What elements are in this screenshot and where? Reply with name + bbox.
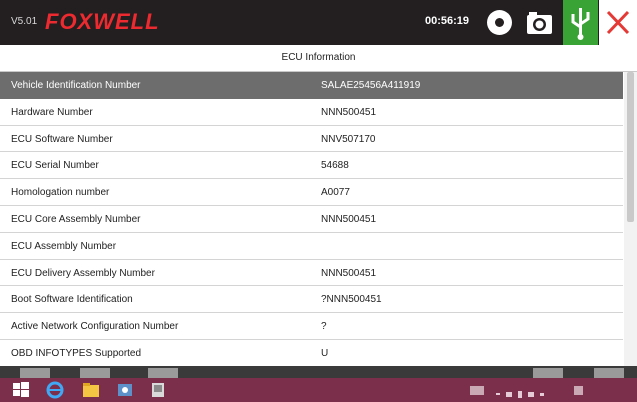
row-value: SALAE25456A411919 xyxy=(321,80,421,91)
table-row[interactable]: Homologation number A0077 xyxy=(0,179,623,206)
table-row[interactable]: Active Network Configuration Number ? xyxy=(0,313,623,340)
clock: 00:56:19 xyxy=(425,15,470,27)
row-label: Active Network Configuration Number xyxy=(11,321,179,333)
row-label: ECU Core Assembly Number xyxy=(11,213,141,225)
row-label: ECU Serial Number xyxy=(11,160,99,172)
row-value: NNN500451 xyxy=(321,213,377,225)
table-scrollbar[interactable] xyxy=(624,72,637,368)
table-row[interactable]: ECU Serial Number 54688 xyxy=(0,152,623,180)
folder-icon[interactable] xyxy=(82,381,100,399)
row-value: U xyxy=(321,347,329,359)
notification-icon[interactable] xyxy=(574,386,583,395)
row-label: ECU Assembly Number xyxy=(11,240,117,252)
row-label: Boot Software Identification xyxy=(11,294,133,306)
top-bar: V5.01 FOXWELL 00:56:19 xyxy=(0,0,637,45)
page-title: ECU Information xyxy=(281,52,356,63)
browser-icon[interactable] xyxy=(46,381,64,399)
row-value: A0077 xyxy=(321,187,350,199)
table-row[interactable]: ECU Core Assembly Number NNN500451 xyxy=(0,205,623,233)
row-value: ? xyxy=(321,321,327,333)
scroll-thumb[interactable] xyxy=(627,72,634,222)
table-row[interactable]: OBD INFOTYPES Supported U xyxy=(0,339,623,367)
row-value: NNN500451 xyxy=(321,267,377,279)
table-row[interactable]: Boot Software Identification ?NNN500451 xyxy=(0,286,623,314)
table-row[interactable]: ECU Software Number NNV507170 xyxy=(0,125,623,153)
device-icon[interactable] xyxy=(149,381,167,399)
table-row[interactable]: Hardware Number NNN500451 xyxy=(0,98,623,126)
camera-icon[interactable] xyxy=(525,8,554,37)
row-label: Homologation number xyxy=(11,187,110,199)
row-value: ?NNN500451 xyxy=(321,294,382,306)
page-title-bar: ECU Information xyxy=(0,45,637,72)
app-icon[interactable] xyxy=(116,381,134,399)
row-label: OBD INFOTYPES Supported xyxy=(11,347,142,359)
keyboard-icon[interactable] xyxy=(470,386,484,395)
table-row[interactable]: ECU Assembly Number xyxy=(0,232,623,260)
row-value: NNV507170 xyxy=(321,133,376,145)
close-icon[interactable] xyxy=(599,0,637,45)
row-label: Hardware Number xyxy=(11,106,93,118)
row-label: Vehicle Identification Number xyxy=(11,80,141,91)
ecu-info-table: Vehicle Identification Number SALAE25456… xyxy=(0,72,623,367)
usb-icon[interactable] xyxy=(563,0,598,45)
table-row[interactable]: ECU Delivery Assembly Number NNN500451 xyxy=(0,259,623,287)
table-row[interactable]: Vehicle Identification Number SALAE25456… xyxy=(0,72,623,99)
row-value: NNN500451 xyxy=(321,106,377,118)
windows-start-icon[interactable] xyxy=(12,381,30,399)
row-label: ECU Delivery Assembly Number xyxy=(11,267,155,279)
brand-logo: FOXWELL xyxy=(45,9,160,34)
record-icon[interactable] xyxy=(487,10,512,35)
row-label: ECU Software Number xyxy=(11,133,113,145)
row-value: 54688 xyxy=(321,160,349,172)
version-label: V5.01 xyxy=(11,16,38,27)
system-tray[interactable] xyxy=(496,386,556,398)
